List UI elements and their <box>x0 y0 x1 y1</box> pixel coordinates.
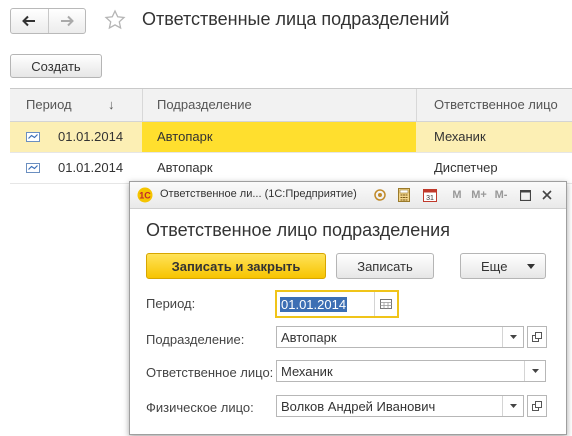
department-label: Подразделение: <box>146 332 245 347</box>
star-icon <box>104 9 126 30</box>
cell-responsible: Диспетчер <box>434 160 498 175</box>
link-button[interactable] <box>372 187 388 203</box>
chevron-down-icon <box>531 369 539 373</box>
record-dialog: 1С Ответственное ли... (1С:Предприятие) … <box>129 181 567 435</box>
responsible-value: Механик <box>281 364 333 379</box>
responsible-label: Ответственное лицо: <box>146 365 274 380</box>
back-button[interactable] <box>11 9 48 33</box>
responsible-dropdown-button[interactable] <box>524 361 545 381</box>
dialog-window-title: Ответственное ли... (1С:Предприятие) <box>160 188 357 200</box>
column-header-department[interactable]: Подразделение <box>157 89 252 121</box>
save-button[interactable]: Записать <box>336 253 434 279</box>
period-field[interactable]: 01.01.2014 <box>275 290 399 318</box>
department-open-button[interactable] <box>527 326 547 348</box>
chevron-down-icon <box>509 404 517 408</box>
sort-desc-icon: ↓ <box>108 97 115 112</box>
arrow-left-icon <box>22 15 36 27</box>
cell-period: 01.01.2014 <box>58 160 124 175</box>
chevron-down-icon <box>527 264 535 269</box>
memory-plus-button[interactable]: M+ <box>470 187 488 203</box>
period-value: 01.01.2014 <box>280 297 348 312</box>
cell-period: 01.01.2014 <box>58 129 124 144</box>
department-select[interactable]: Автопарк <box>276 326 524 348</box>
maximize-icon <box>519 189 531 201</box>
calendar-icon: 31 <box>423 189 437 202</box>
favorite-button[interactable] <box>104 9 126 34</box>
save-and-close-button[interactable]: Записать и закрыть <box>146 253 326 279</box>
column-header-period[interactable]: Период <box>26 89 72 121</box>
open-form-icon <box>532 401 542 411</box>
period-label: Период: <box>146 296 196 311</box>
create-button[interactable]: Создать <box>10 54 102 78</box>
individual-value: Волков Андрей Иванович <box>281 399 436 414</box>
individual-dropdown-button[interactable] <box>502 396 523 416</box>
memory-minus-button[interactable]: M- <box>492 187 510 203</box>
dialog-heading: Ответственное лицо подразделения <box>146 220 450 240</box>
column-divider <box>416 89 417 121</box>
individual-open-button[interactable] <box>527 395 547 417</box>
nav-buttons <box>10 8 86 34</box>
responsible-select[interactable]: Механик <box>276 360 546 382</box>
records-table: Период ↓ Подразделение Ответственное лиц… <box>10 88 572 184</box>
more-button[interactable]: Еще <box>460 253 546 279</box>
svg-text:31: 31 <box>426 195 434 202</box>
dialog-titlebar[interactable]: 1С Ответственное ли... (1С:Предприятие) … <box>130 182 566 209</box>
column-header-responsible[interactable]: Ответственное лицо <box>434 89 558 121</box>
open-form-icon <box>532 332 542 342</box>
individual-label: Физическое лицо: <box>146 400 254 415</box>
calendar-picker-button[interactable] <box>374 292 397 316</box>
page-title: Ответственные лица подразделений <box>142 9 450 29</box>
cell-responsible: Механик <box>434 129 486 144</box>
arrow-right-icon <box>60 15 74 27</box>
close-button[interactable] <box>540 187 554 203</box>
department-dropdown-button[interactable] <box>502 327 523 347</box>
1c-logo-icon: 1С <box>137 187 153 203</box>
cell-department: Автопарк <box>157 129 213 144</box>
record-icon <box>26 132 40 142</box>
more-button-label: Еще <box>481 258 508 274</box>
close-icon <box>542 190 552 200</box>
calendar-button[interactable]: 31 <box>422 187 438 203</box>
calendar-grid-icon <box>380 299 392 309</box>
department-value: Автопарк <box>281 330 337 345</box>
calculator-icon <box>398 188 410 202</box>
record-icon <box>26 163 40 173</box>
calculator-button[interactable] <box>396 187 412 203</box>
column-divider <box>142 89 143 121</box>
table-row[interactable]: 01.01.2014 Автопарк Диспетчер <box>10 153 572 184</box>
table-header: Период ↓ Подразделение Ответственное лиц… <box>10 89 572 122</box>
maximize-button[interactable] <box>518 187 532 203</box>
forward-button[interactable] <box>47 9 86 33</box>
memory-button[interactable]: M <box>450 187 464 203</box>
link-icon <box>374 189 386 201</box>
individual-select[interactable]: Волков Андрей Иванович <box>276 395 524 417</box>
table-row[interactable]: 01.01.2014 Автопарк Механик <box>10 122 572 153</box>
cell-department: Автопарк <box>157 160 213 175</box>
svg-text:1С: 1С <box>139 191 151 201</box>
chevron-down-icon <box>509 335 517 339</box>
